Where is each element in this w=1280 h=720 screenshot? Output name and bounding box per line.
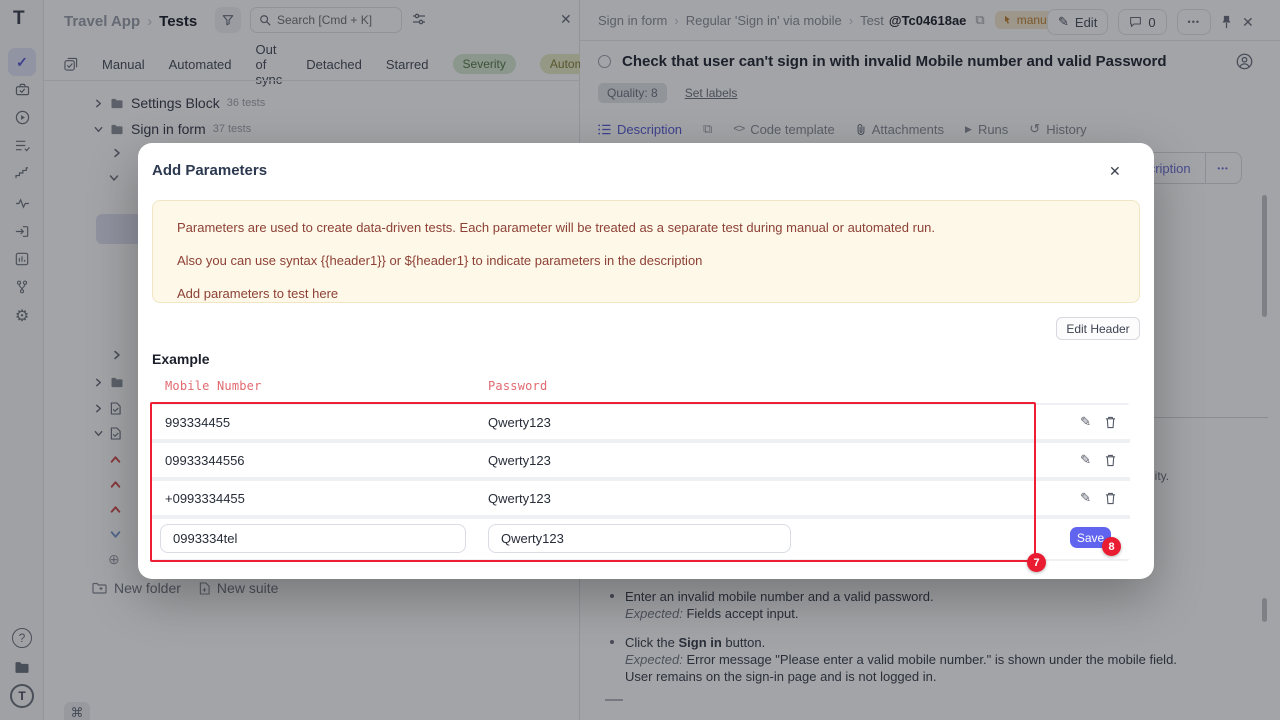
add-parameters-modal: Add Parameters ✕ Parameters are used to … [138,143,1154,579]
modal-close-icon[interactable]: ✕ [1109,163,1121,180]
table-row: 09933344556 Qwerty123 ✎ [152,443,1130,477]
mobile-number-input[interactable] [160,524,466,553]
info-line: Add parameters to test here [177,284,1115,304]
column-header-mobile: Mobile Number [165,379,262,393]
cell-password: Qwerty123 [488,491,551,506]
delete-row-icon[interactable] [1105,416,1116,429]
cell-mobile: +0993334455 [165,491,245,506]
new-parameter-row: Save [152,519,1130,559]
cell-password: Qwerty123 [488,453,551,468]
info-line: Also you can use syntax {{header1}} or $… [177,251,1115,271]
edit-row-icon[interactable]: ✎ [1080,490,1091,506]
edit-row-icon[interactable]: ✎ [1080,452,1091,468]
cell-password: Qwerty123 [488,415,551,430]
edit-row-icon[interactable]: ✎ [1080,414,1091,430]
table-row: 993334455 Qwerty123 ✎ [152,405,1130,439]
save-button[interactable]: Save [1070,527,1111,548]
cell-mobile: 09933344556 [165,453,245,468]
example-heading: Example [152,351,210,367]
table-row: +0993334455 Qwerty123 ✎ [152,481,1130,515]
delete-row-icon[interactable] [1105,492,1116,505]
info-line: Parameters are used to create data-drive… [177,218,1115,238]
edit-header-button[interactable]: Edit Header [1056,317,1140,340]
info-box: Parameters are used to create data-drive… [152,200,1140,303]
cell-mobile: 993334455 [165,415,230,430]
modal-title: Add Parameters [152,162,267,179]
delete-row-icon[interactable] [1105,454,1116,467]
column-header-password: Password [488,379,547,393]
password-input[interactable] [488,524,791,553]
